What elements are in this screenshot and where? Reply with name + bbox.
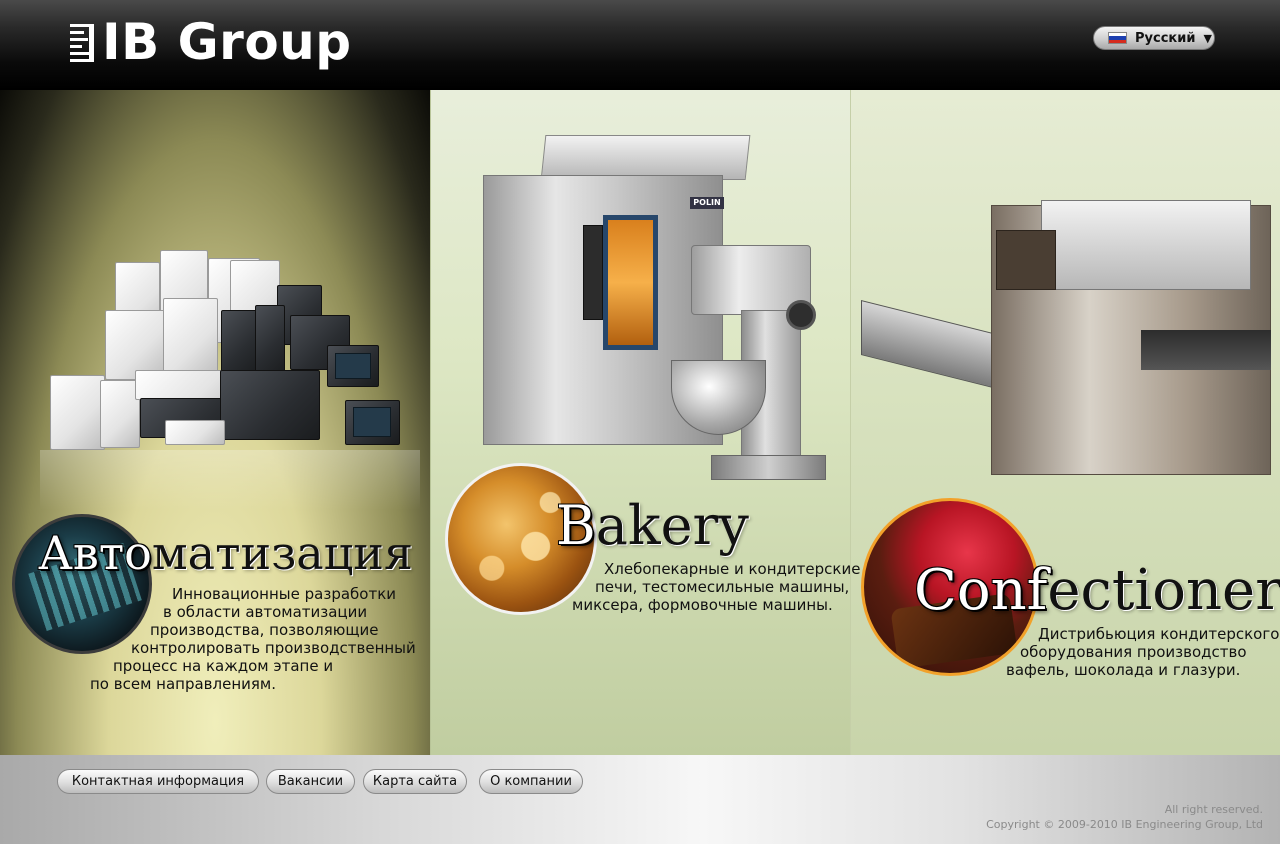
footer-link-about[interactable]: О компании [479,769,583,794]
confectionery-title-lead: Conf [914,558,1048,623]
logo-text: IB Group [102,13,352,71]
bakery-title-rest: akery [595,494,749,557]
logo-mark-icon [70,22,96,62]
description-line: оборудования производство [1020,643,1247,661]
description-line: Инновационные разработки [172,585,397,603]
description-line: производства, позволяющие [150,621,379,639]
description-line: контролировать производственный [131,639,416,657]
language-selector[interactable]: Русский ▼ [1093,26,1215,50]
description-line: Хлебопекарные и кондитерские [604,560,861,578]
description-line: печи, тестомесильные машины, [595,578,850,596]
site-logo[interactable]: IB Group [70,12,352,72]
automation-title-rest: матизация [151,526,413,580]
description-line: миксера, формовочные машины. [572,596,833,614]
copyright-text: Copyright © 2009-2010 IB Engineering Gro… [986,818,1263,831]
polin-badge: POLIN [690,197,724,209]
footer-link-sitemap[interactable]: Карта сайта [363,769,467,794]
bakery-title-lead: B [556,494,596,557]
description-line: Дистрибьюция кондитерского [1038,625,1280,643]
description-line: в области автоматизации [163,603,368,621]
automation-equipment-image [45,250,420,450]
bakery-description: Хлебопекарные и кондитерские печи, тесто… [572,560,860,614]
description-line: вафель, шоколада и глазури. [1006,661,1241,679]
site-header: IB Group Русский ▼ [0,0,1280,90]
dropdown-arrow-icon: ▼ [1203,31,1212,45]
automation-title[interactable]: Автоматизация [38,526,413,580]
bakery-mixer-image [671,240,831,480]
confectionery-enrober-image [861,200,1280,520]
footer-link-contacts[interactable]: Контактная информация [57,769,259,794]
rights-text: All right reserved. [1164,803,1263,816]
confectionery-description: Дистрибьюция кондитерского оборудования … [1006,625,1279,679]
footer-link-vacancies[interactable]: Вакансии [266,769,355,794]
automation-description: Инновационные разработки в области автом… [90,585,416,693]
description-line: процесс на каждом этапе и [113,657,334,675]
confectionery-title-rest: ectionery [1047,558,1280,623]
bakery-title[interactable]: Bakery [556,494,749,557]
bakery-panel[interactable]: POLIN [430,90,850,755]
equipment-reflection [40,450,420,510]
automation-title-lead: Авто [38,526,152,580]
confectionery-title[interactable]: Confectionery [914,558,1280,623]
site-footer: Контактная информация Вакансии Карта сай… [0,755,1280,844]
language-label: Русский [1135,30,1196,46]
russia-flag-icon [1108,32,1127,44]
description-line: по всем направлениям. [90,675,276,693]
